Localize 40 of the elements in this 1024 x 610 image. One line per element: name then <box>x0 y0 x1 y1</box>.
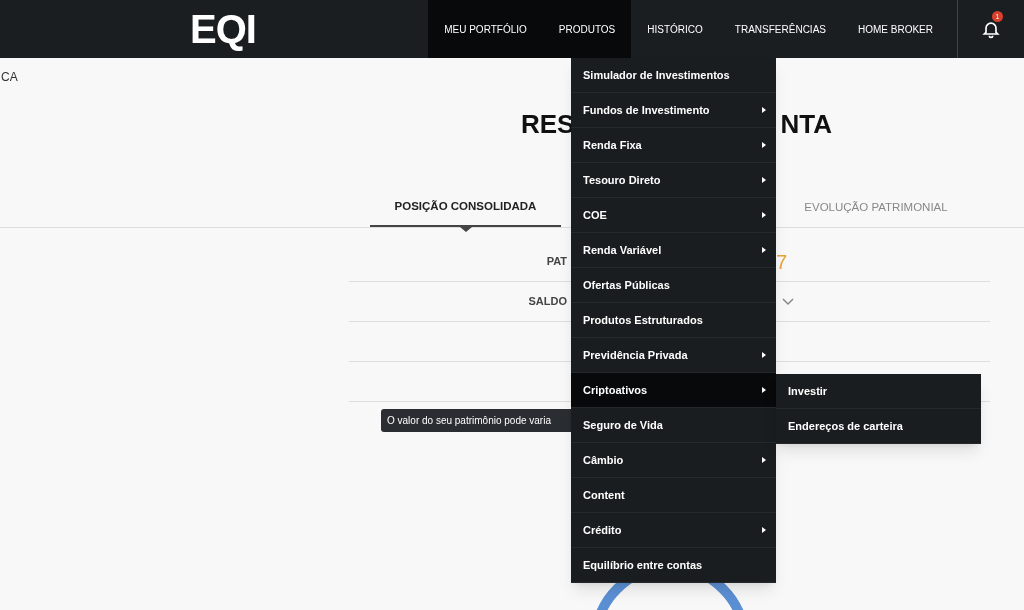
caret-right-icon <box>762 107 766 113</box>
caret-right-icon <box>762 527 766 533</box>
row-label: PAT <box>545 254 567 270</box>
menu-item[interactable]: COE <box>571 198 776 233</box>
caret-right-icon <box>762 142 766 148</box>
menu-item[interactable]: Fundos de Investimento <box>571 93 776 128</box>
menu-item[interactable]: Endereços de carteira <box>776 409 981 444</box>
caret-down-icon <box>459 227 472 232</box>
caret-right-icon <box>762 457 766 463</box>
nav-link[interactable]: HISTÓRICO <box>631 0 719 58</box>
tooltip-text: O valor do seu patrimônio pode varia <box>387 414 551 428</box>
menu-item[interactable]: Tesouro Direto <box>571 163 776 198</box>
menu-item[interactable]: Criptoativos <box>571 373 776 408</box>
nav-link[interactable]: MEU PORTFÓLIO <box>428 0 543 58</box>
tab[interactable]: POSIÇÃO CONSOLIDADA <box>370 188 561 227</box>
caret-right-icon <box>762 387 766 393</box>
breadcrumb: CA <box>1 71 18 83</box>
nav-link[interactable]: PRODUTOS <box>542 0 632 58</box>
nav-link[interactable]: TRANSFERÊNCIAS <box>718 0 842 58</box>
caret-right-icon <box>762 352 766 358</box>
row-label: SALDO <box>527 294 567 310</box>
logo[interactable]: EQI <box>190 9 256 49</box>
caret-right-icon <box>762 212 766 218</box>
menu-item[interactable]: Content <box>571 478 776 513</box>
bell-icon <box>981 19 1001 39</box>
menu-item[interactable]: Produtos Estruturados <box>571 303 776 338</box>
menu-item[interactable]: Simulador de Investimentos <box>571 58 776 93</box>
menu-item[interactable]: Investir <box>776 374 981 409</box>
nav-link[interactable]: HOME BROKER <box>842 0 949 58</box>
menu-item[interactable]: Renda Fixa <box>571 128 776 163</box>
menu-item[interactable]: Câmbio <box>571 443 776 478</box>
caret-right-icon <box>762 177 766 183</box>
menu-item[interactable]: Crédito <box>571 513 776 548</box>
page-title: NTA <box>780 108 832 141</box>
menu-item[interactable]: Ofertas Públicas <box>571 268 776 303</box>
menu-item[interactable]: Renda Variável <box>571 233 776 268</box>
chevron-down-icon[interactable] <box>782 297 794 306</box>
menu-item[interactable]: Equilíbrio entre contas <box>571 548 776 583</box>
row-value: 7 <box>776 251 788 272</box>
caret-right-icon <box>762 247 766 253</box>
